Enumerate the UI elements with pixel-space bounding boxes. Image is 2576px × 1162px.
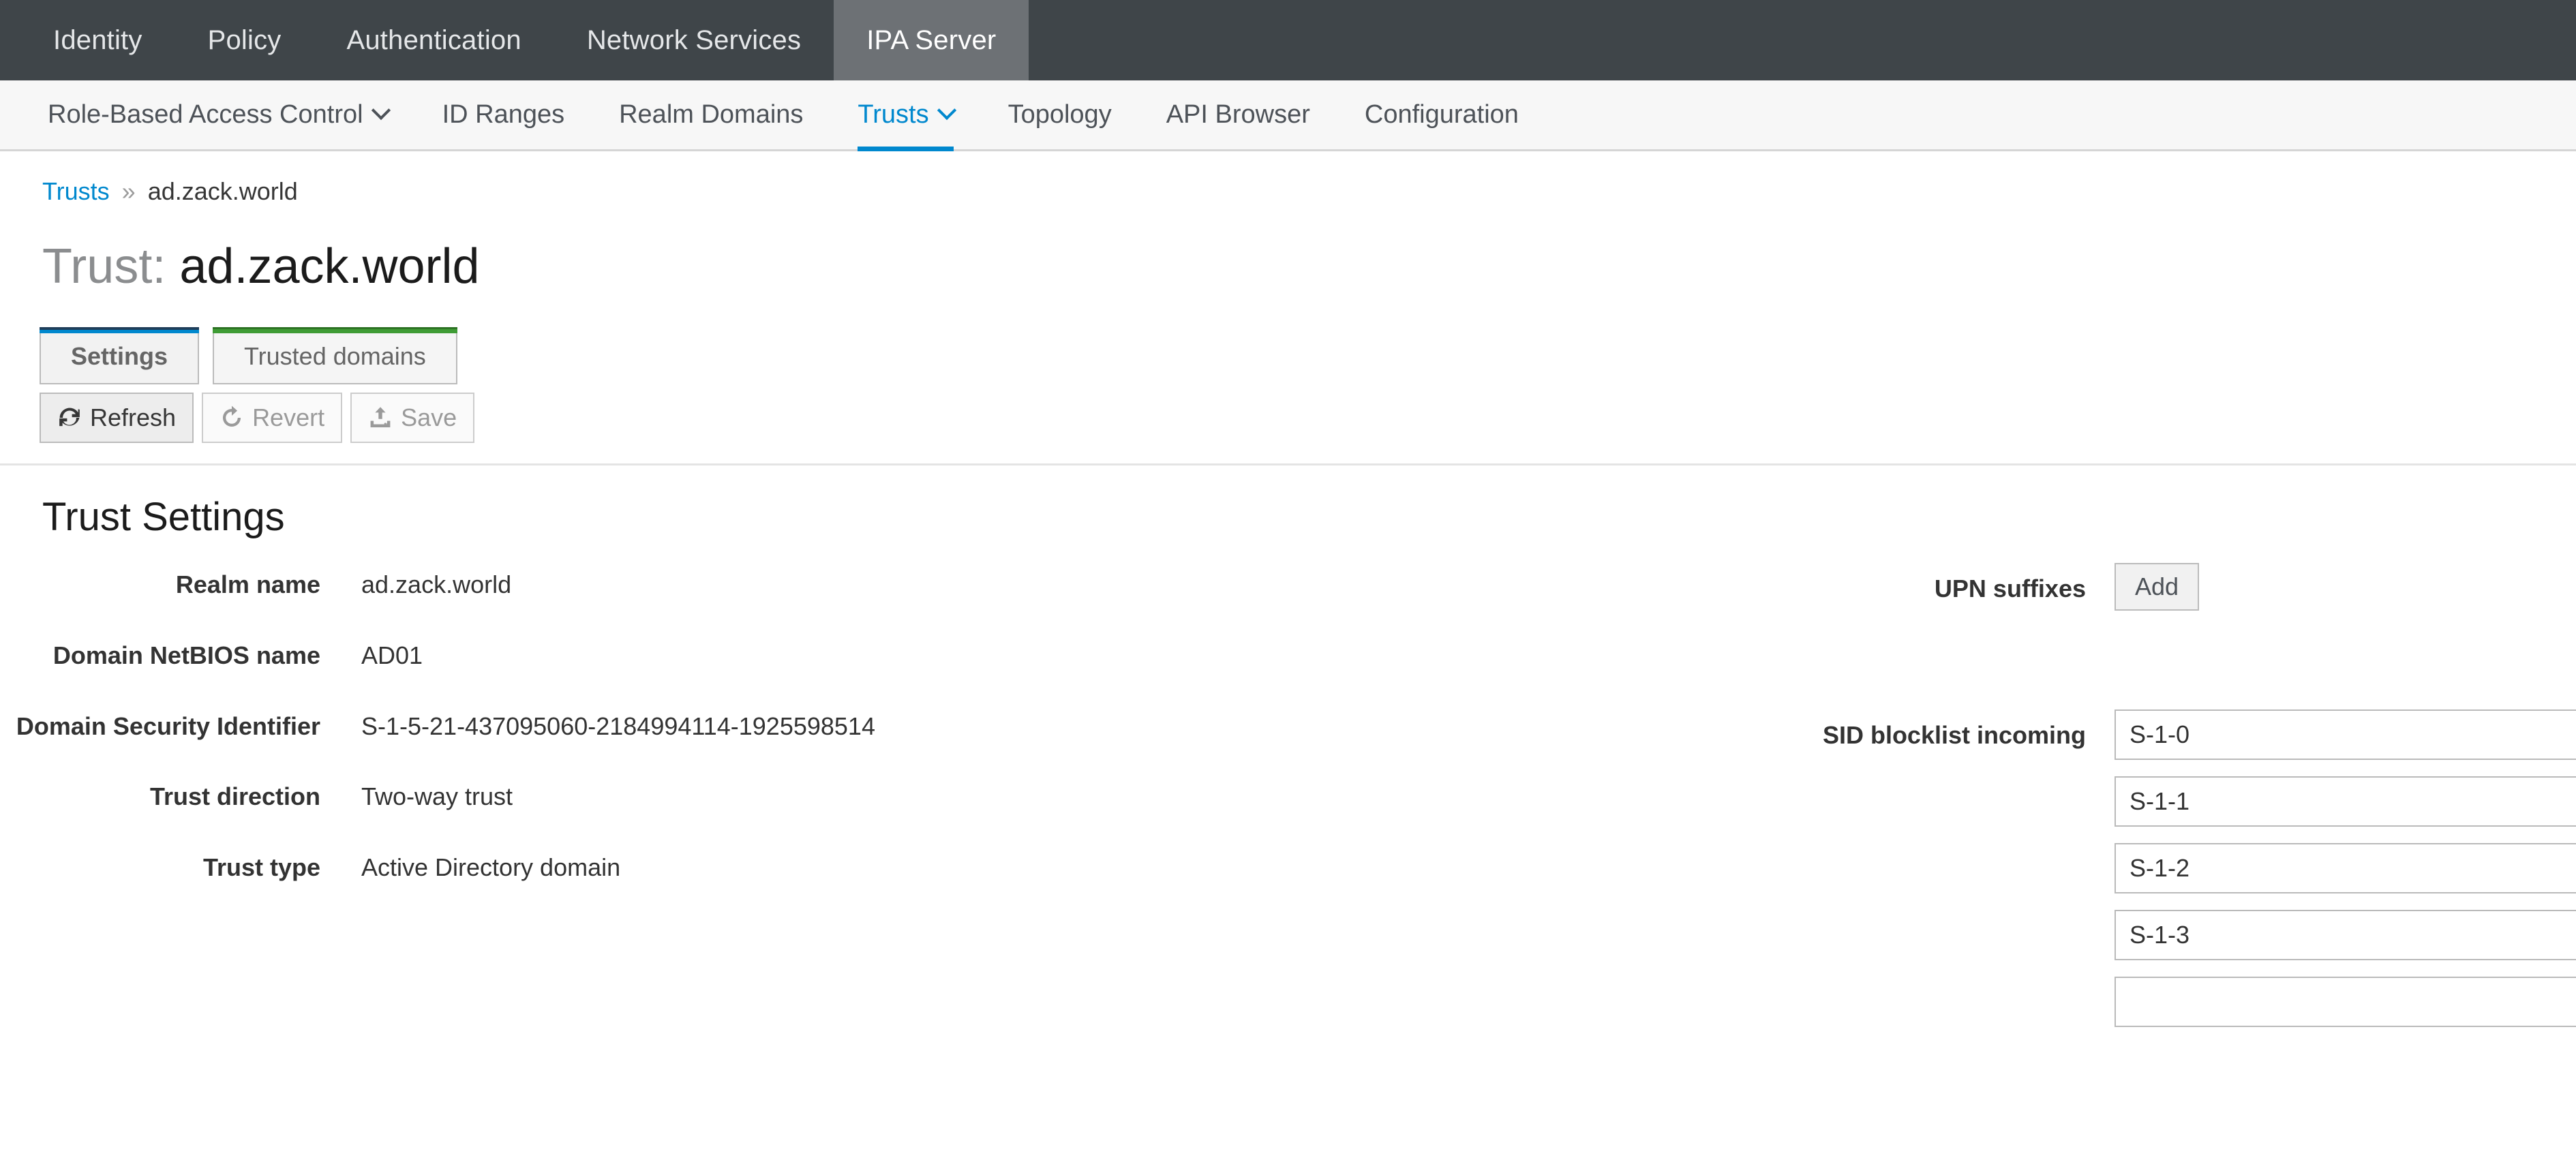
upn-suffixes-field: Add bbox=[2115, 563, 2200, 611]
facet-tab-accent-bar bbox=[213, 327, 457, 333]
field-value: Active Directory domain bbox=[361, 853, 621, 882]
save-button: Save bbox=[350, 393, 475, 443]
field-label: Trust direction bbox=[149, 782, 320, 811]
facet-tab-accent-bar bbox=[40, 327, 200, 333]
right-column: Alternative UPN suffixes UPN suffixes Ad… bbox=[1295, 494, 2576, 1064]
primary-navigation: Identity Policy Authentication Network Serv… bbox=[0, 0, 2576, 80]
form-row: Domain NetBIOS name AD01 bbox=[0, 634, 1295, 675]
sid-blocklist-list: Delete Delete Delete Delete Delete bbox=[2115, 709, 2576, 1027]
sid-blocklist-input[interactable] bbox=[2115, 709, 2576, 760]
subnav-item-label: Trusts bbox=[858, 100, 929, 129]
sid-blocklist-item: Delete bbox=[2115, 910, 2576, 960]
subnav-item-label: API Browser bbox=[1166, 100, 1310, 129]
facet-tab-label: Trusted domains bbox=[244, 342, 426, 370]
chevron-down-icon bbox=[371, 100, 391, 120]
field-value: S-1-5-21-437095060-2184994114-1925598514 bbox=[361, 712, 875, 740]
sid-blocklist-item: Delete bbox=[2115, 843, 2576, 893]
breadcrumb-separator-icon: » bbox=[121, 177, 136, 205]
facet-tabs: Settings Trusted domains bbox=[0, 327, 2576, 384]
sid-blocklist-item: Delete bbox=[2115, 977, 2576, 1027]
subnav-item-label: Configuration bbox=[1364, 100, 1519, 129]
secondary-navigation: Role-Based Access Control ID Ranges Realm … bbox=[0, 80, 2576, 151]
breadcrumb-link-trusts[interactable]: Trusts bbox=[42, 177, 110, 206]
revert-button: Revert bbox=[202, 393, 343, 443]
sid-blocklist-row: SID blocklist incoming DeleteDeleteDelet… bbox=[1295, 709, 2576, 1043]
sid-blocklist-label: SID blocklist incoming bbox=[1822, 721, 2086, 749]
field-label: Domain Security Identifier bbox=[16, 712, 320, 740]
page-title-prefix: Trust: bbox=[42, 239, 166, 294]
form-row: Trust type Active Directory domain bbox=[0, 846, 1295, 887]
sid-blocklist-input[interactable] bbox=[2115, 776, 2576, 827]
subnav-item-label: Topology bbox=[1007, 100, 1112, 129]
field-value: Two-way trust bbox=[361, 782, 513, 811]
subnav-item-api-browser[interactable]: API Browser bbox=[1139, 80, 1337, 149]
sid-blocklist-item: Delete bbox=[2115, 709, 2576, 760]
form-row: Domain Security Identifier S-1-5-21-43709… bbox=[0, 705, 1295, 746]
sid-blocklist-input[interactable] bbox=[2115, 977, 2576, 1027]
topnav-item-policy[interactable]: Policy bbox=[175, 0, 314, 80]
breadcrumb: Trusts » ad.zack.world bbox=[0, 151, 2576, 206]
field-value: AD01 bbox=[361, 641, 423, 669]
subnav-item-label: ID Ranges bbox=[442, 100, 565, 129]
control-button-label: Revert bbox=[252, 403, 325, 431]
subnav-item-configuration[interactable]: Configuration bbox=[1337, 80, 1546, 149]
facet-tab-trusted-domains[interactable]: Trusted domains bbox=[213, 327, 457, 384]
refresh-icon bbox=[57, 406, 82, 430]
control-button-label: Save bbox=[401, 403, 457, 431]
save-icon bbox=[368, 406, 393, 430]
subnav-item-label: Role-Based Access Control bbox=[48, 100, 363, 129]
topnav-item-network-services[interactable]: Network Services bbox=[554, 0, 834, 80]
field-value: ad.zack.world bbox=[361, 570, 512, 598]
facet-control-bar: Refresh Revert Save bbox=[0, 393, 2576, 465]
breadcrumb-current: ad.zack.world bbox=[147, 177, 298, 205]
settings-content: Trust Settings Realm name ad.zack.world Do… bbox=[0, 465, 2576, 1064]
field-label: Realm name bbox=[175, 570, 320, 598]
subnav-item-trusts[interactable]: Trusts bbox=[830, 80, 980, 151]
facet-tab-settings[interactable]: Settings bbox=[40, 327, 200, 384]
sid-blocklist-item: Delete bbox=[2115, 776, 2576, 827]
trust-settings-fields: Realm name ad.zack.world Domain NetBIOS na… bbox=[0, 563, 1295, 887]
subnav-item-label: Realm Domains bbox=[619, 100, 804, 129]
facet-tab-label: Settings bbox=[71, 342, 168, 370]
page-title-name: ad.zack.world bbox=[179, 239, 480, 294]
subnav-item-role-based-access-control[interactable]: Role-Based Access Control bbox=[20, 80, 415, 149]
topnav-item-authentication[interactable]: Authentication bbox=[314, 0, 554, 80]
subnav-item-realm-domains[interactable]: Realm Domains bbox=[592, 80, 830, 149]
trust-settings-column: Trust Settings Realm name ad.zack.world Do… bbox=[0, 494, 1295, 1064]
subnav-item-id-ranges[interactable]: ID Ranges bbox=[415, 80, 592, 149]
sid-blocklist-input[interactable] bbox=[2115, 910, 2576, 960]
page-title: Trust: ad.zack.world bbox=[0, 206, 2576, 294]
form-row: Trust direction Two-way trust bbox=[0, 775, 1295, 816]
trust-settings-heading: Trust Settings bbox=[42, 495, 285, 539]
add-upn-suffix-button[interactable]: Add bbox=[2115, 563, 2200, 611]
field-label: Domain NetBIOS name bbox=[52, 641, 320, 669]
upn-suffixes-label: UPN suffixes bbox=[1934, 575, 2086, 602]
subnav-item-topology[interactable]: Topology bbox=[981, 80, 1139, 149]
field-label: Trust type bbox=[202, 853, 320, 882]
control-button-label: Refresh bbox=[90, 403, 177, 431]
sid-blocklist-field: Delete Delete Delete Delete Delete bbox=[2115, 709, 2576, 1043]
topnav-item-ipa-server[interactable]: IPA Server bbox=[834, 0, 1029, 80]
chevron-down-icon bbox=[937, 100, 956, 120]
upn-suffixes-row: UPN suffixes Add bbox=[1295, 563, 2576, 611]
form-row: Realm name ad.zack.world bbox=[0, 563, 1295, 604]
sid-blocklist-input[interactable] bbox=[2115, 843, 2576, 893]
topnav-item-identity[interactable]: Identity bbox=[20, 0, 175, 80]
refresh-button[interactable]: Refresh bbox=[40, 393, 194, 443]
revert-icon bbox=[219, 406, 244, 430]
